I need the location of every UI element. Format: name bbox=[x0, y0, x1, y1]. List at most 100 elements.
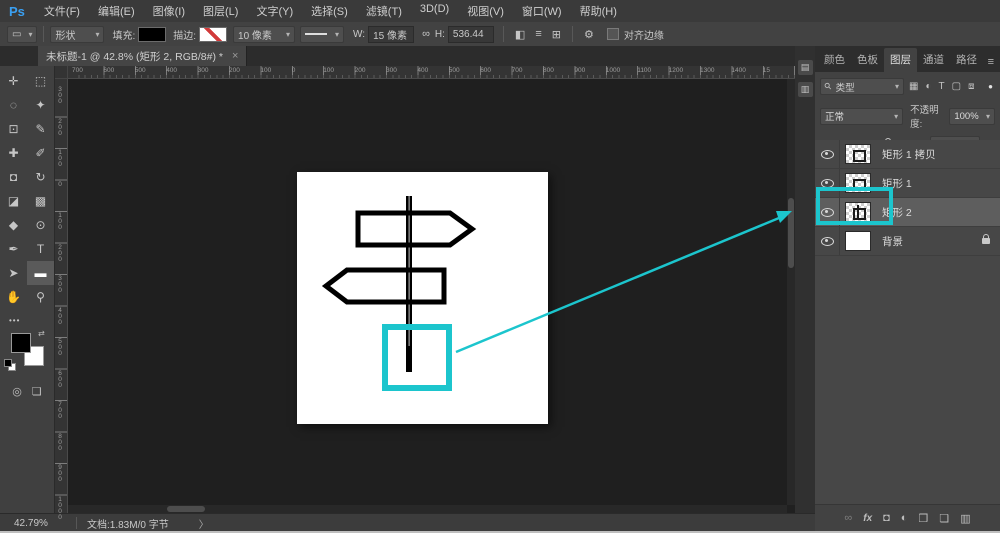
path-arrange-icon[interactable]: ⊞ bbox=[547, 28, 566, 41]
swap-colors-icon[interactable]: ⇄ bbox=[38, 329, 45, 338]
gradient-tool[interactable]: ▩ bbox=[27, 189, 54, 213]
layer-thumbnail-cell[interactable] bbox=[840, 231, 876, 251]
eyedropper-tool[interactable]: ✎ bbox=[27, 117, 54, 141]
lasso-tool[interactable]: ◌ bbox=[0, 93, 27, 117]
document-tab[interactable]: 未标题-1 @ 42.8% (矩形 2, RGB/8#) * × bbox=[38, 46, 247, 66]
delete-layer-icon[interactable]: ▥ bbox=[960, 512, 970, 525]
blend-mode-select[interactable]: 正常 bbox=[820, 108, 903, 125]
menu-item-edit[interactable]: 编辑(E) bbox=[89, 3, 144, 19]
menu-item-filter[interactable]: 滤镜(T) bbox=[357, 3, 411, 19]
pen-tool[interactable]: ✒ bbox=[0, 237, 27, 261]
status-expand-icon[interactable]: 〉 bbox=[199, 516, 209, 531]
layer-visibility-cell[interactable] bbox=[815, 198, 840, 226]
layer-row[interactable]: 矩形 1 拷贝 bbox=[815, 140, 1000, 169]
filter-toggle-icon[interactable]: ● bbox=[988, 82, 995, 91]
layer-thumbnail-cell[interactable] bbox=[840, 202, 876, 222]
panel-tab-layers[interactable]: 图层 bbox=[884, 48, 917, 72]
eraser-tool[interactable]: ◪ bbox=[0, 189, 27, 213]
menu-item-view[interactable]: 视图(V) bbox=[458, 3, 513, 19]
foreground-color-swatch[interactable] bbox=[11, 333, 31, 353]
layer-name[interactable]: 背景 bbox=[882, 234, 982, 249]
canvas[interactable] bbox=[297, 172, 548, 424]
collapsed-panel-history-icon[interactable]: ▤ bbox=[798, 60, 813, 75]
healing-brush-tool[interactable]: ✚ bbox=[0, 141, 27, 165]
brush-tool[interactable]: ✐ bbox=[27, 141, 54, 165]
filter-pixel-layers-icon[interactable]: ▦ bbox=[907, 81, 920, 92]
stroke-width-select[interactable]: 10 像素 bbox=[233, 26, 295, 43]
opacity-select[interactable]: 100% bbox=[949, 108, 995, 125]
eye-icon[interactable] bbox=[821, 208, 834, 217]
horizontal-scrollbar[interactable] bbox=[67, 505, 787, 513]
panel-menu-icon[interactable]: ≡ bbox=[988, 56, 997, 72]
tool-preset-picker[interactable]: ▭ bbox=[7, 26, 37, 43]
history-brush-tool[interactable]: ↻ bbox=[27, 165, 54, 189]
menu-item-layer[interactable]: 图层(L) bbox=[194, 3, 247, 19]
edit-toolbar-icon[interactable]: ••• bbox=[0, 309, 54, 327]
menu-item-image[interactable]: 图像(I) bbox=[144, 3, 194, 19]
layer-visibility-cell[interactable] bbox=[815, 169, 840, 197]
dodge-tool[interactable]: ⊙ bbox=[27, 213, 54, 237]
height-field[interactable]: 536.44 bbox=[448, 26, 494, 43]
marquee-tool[interactable]: ⬚ bbox=[27, 69, 54, 93]
filter-adjustment-layers-icon[interactable]: ◐ bbox=[923, 81, 933, 92]
layer-thumbnail-cell[interactable] bbox=[840, 173, 876, 193]
filter-type-layers-icon[interactable]: T bbox=[937, 81, 947, 92]
gear-icon[interactable]: ⚙ bbox=[579, 28, 599, 41]
blur-tool[interactable]: ◆ bbox=[0, 213, 27, 237]
stroke-style-select[interactable] bbox=[300, 26, 344, 43]
rectangle-tool[interactable]: ▬ bbox=[27, 261, 54, 285]
filter-shape-layers-icon[interactable]: ▢ bbox=[950, 81, 963, 92]
add-layer-mask-icon[interactable]: ◘ bbox=[883, 512, 890, 524]
menu-item-help[interactable]: 帮助(H) bbox=[571, 3, 626, 19]
layer-thumbnail[interactable] bbox=[845, 144, 871, 164]
path-alignment-icon[interactable]: ≡ bbox=[530, 28, 546, 40]
tool-mode-select[interactable]: 形状 bbox=[50, 26, 104, 43]
horizontal-scrollbar-thumb[interactable] bbox=[167, 506, 205, 512]
filter-kind-select[interactable]: ⚲ 类型 bbox=[820, 78, 904, 95]
default-colors-icon[interactable] bbox=[4, 359, 16, 371]
pasteboard[interactable] bbox=[67, 78, 787, 505]
layer-style-icon[interactable]: fx bbox=[863, 513, 872, 524]
vertical-scrollbar[interactable] bbox=[787, 78, 795, 505]
panel-tab-channels[interactable]: 通道 bbox=[917, 48, 950, 72]
collapsed-panel-properties-icon[interactable]: ▥ bbox=[798, 82, 813, 97]
move-tool[interactable]: ✛ bbox=[0, 69, 27, 93]
filter-smart-objects-icon[interactable]: ⧈ bbox=[966, 81, 976, 92]
layer-thumbnail[interactable] bbox=[845, 173, 871, 193]
type-tool[interactable]: T bbox=[27, 237, 54, 261]
new-layer-icon[interactable]: ❏ bbox=[939, 512, 949, 525]
quick-selection-tool[interactable]: ✦ bbox=[27, 93, 54, 117]
layer-visibility-cell[interactable] bbox=[815, 140, 840, 168]
eye-icon[interactable] bbox=[821, 237, 834, 246]
layer-row[interactable]: 矩形 2 bbox=[815, 198, 1000, 227]
layer-visibility-cell[interactable] bbox=[815, 227, 840, 255]
layer-name[interactable]: 矩形 1 拷贝 bbox=[882, 147, 1000, 162]
layer-thumbnail-cell[interactable] bbox=[840, 144, 876, 164]
screen-mode-icon[interactable]: ❏ bbox=[32, 385, 42, 398]
menu-item-file[interactable]: 文件(F) bbox=[35, 3, 89, 19]
clone-stamp-tool[interactable]: ◘ bbox=[0, 165, 27, 189]
eye-icon[interactable] bbox=[821, 179, 834, 188]
layer-name[interactable]: 矩形 1 bbox=[882, 176, 1000, 191]
layer-row[interactable]: 背景 bbox=[815, 227, 1000, 256]
quick-mask-icon[interactable]: ◎ bbox=[12, 385, 22, 398]
menu-item-type[interactable]: 文字(Y) bbox=[247, 3, 302, 19]
layer-name[interactable]: 矩形 2 bbox=[882, 205, 1000, 220]
menu-item-window[interactable]: 窗口(W) bbox=[513, 3, 571, 19]
hand-tool[interactable]: ✋ bbox=[0, 285, 27, 309]
stroke-color-swatch[interactable] bbox=[199, 27, 227, 42]
panel-tab-color[interactable]: 颜色 bbox=[818, 48, 851, 72]
link-dimensions-icon[interactable]: ∞ bbox=[417, 28, 435, 40]
path-operations-icon[interactable]: ◧ bbox=[510, 28, 530, 41]
fill-color-swatch[interactable] bbox=[138, 27, 166, 42]
width-field[interactable]: 15 像素 bbox=[368, 26, 414, 43]
close-tab-icon[interactable]: × bbox=[232, 50, 238, 62]
panel-tab-swatches[interactable]: 色板 bbox=[851, 48, 884, 72]
menu-item-3d[interactable]: 3D(D) bbox=[411, 3, 458, 19]
zoom-tool[interactable]: ⚲ bbox=[27, 285, 54, 309]
layer-thumbnail[interactable] bbox=[845, 231, 871, 251]
layer-thumbnail[interactable] bbox=[845, 202, 871, 222]
path-selection-tool[interactable]: ➤ bbox=[0, 261, 27, 285]
link-layers-icon[interactable]: ∞ bbox=[844, 512, 852, 524]
eye-icon[interactable] bbox=[821, 150, 834, 159]
